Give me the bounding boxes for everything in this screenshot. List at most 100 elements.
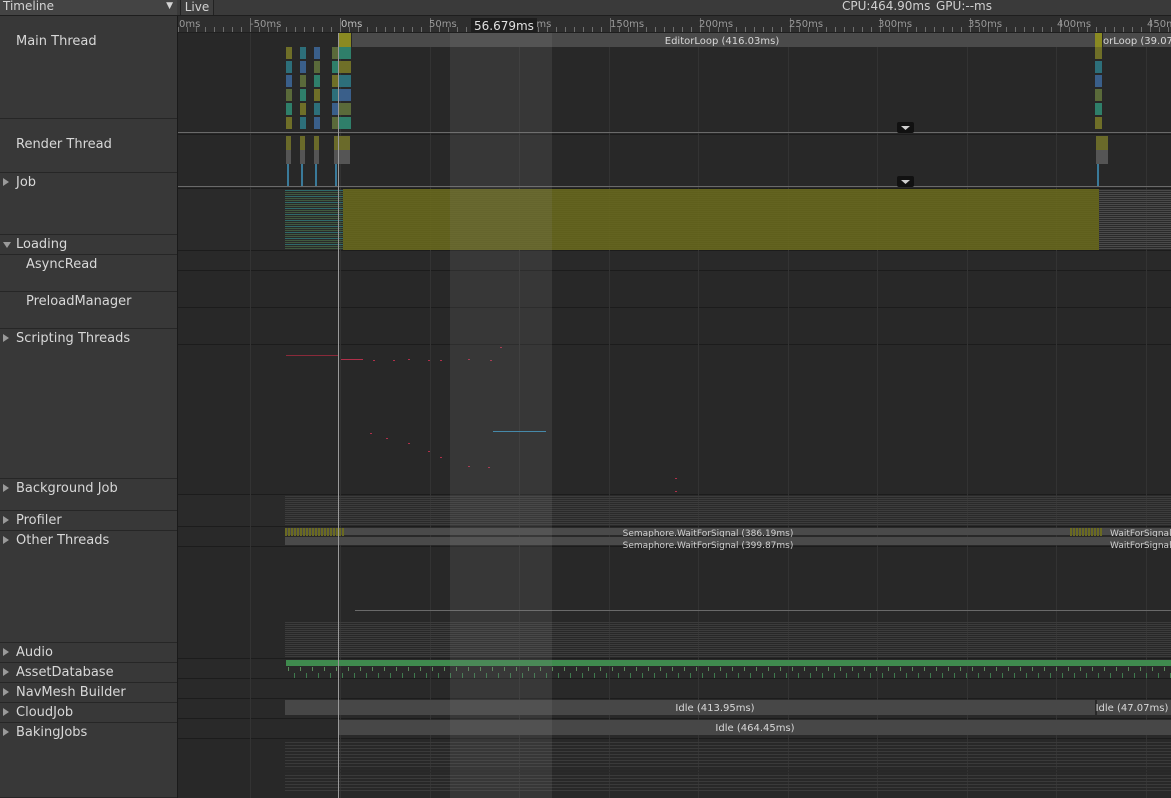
thread-label: Audio <box>16 645 53 660</box>
render-sample <box>286 150 291 164</box>
thread-label: AsyncRead <box>26 257 98 272</box>
scripting-dot <box>373 360 375 361</box>
scripting-dot <box>675 478 677 479</box>
time-ruler[interactable]: 0ms -50ms 0ms 50ms 0ms 150ms 200ms 250ms… <box>178 16 1171 33</box>
ruler-tick-label: 50ms <box>429 19 457 30</box>
track-bg-baking <box>178 739 1171 798</box>
render-sample <box>300 136 305 150</box>
cpu-time-readout: CPU:464.90ms <box>842 0 931 13</box>
thread-group-bakingjobs[interactable]: BakingJobs <box>0 723 177 798</box>
expand-arrow-icon[interactable] <box>3 728 9 736</box>
thread-label: BakingJobs <box>16 725 88 740</box>
profiler-mark <box>324 528 326 536</box>
track-bg-render <box>178 135 1171 188</box>
render-sample <box>334 136 350 150</box>
background-job-track <box>285 496 1171 525</box>
thread-row-preloadmanager[interactable]: PreloadManager <box>0 292 177 329</box>
thread-group-loading[interactable]: Loading <box>0 235 177 255</box>
render-sample <box>1097 164 1099 186</box>
ruler-tick-label: 150ms <box>610 19 644 30</box>
thread-label: Background Job <box>16 481 118 496</box>
sample-label: orLoop (39.07 <box>1103 36 1171 47</box>
expand-arrow-icon[interactable] <box>3 536 9 544</box>
thread-group-scripting[interactable]: Scripting Threads <box>0 329 177 479</box>
profiler-mark <box>1073 528 1075 536</box>
thread-group-navmesh[interactable]: NavMesh Builder <box>0 683 177 703</box>
profiler-mark <box>312 528 314 536</box>
render-sample <box>334 150 350 164</box>
profiler-mark <box>300 528 302 536</box>
sample-label: Idle (47.07ms) <box>1096 703 1169 714</box>
scripting-dot <box>370 433 372 434</box>
timeline-area[interactable]: EditorLoop (416.03ms) orLoop (39.07 Sema… <box>178 33 1171 798</box>
call-stack-sample <box>332 75 338 87</box>
scripting-dot <box>428 360 430 361</box>
expand-arrow-icon[interactable] <box>3 516 9 524</box>
thread-group-job[interactable]: Job <box>0 173 177 235</box>
ruler-ticks <box>178 18 1169 32</box>
profiler-mark <box>333 528 335 536</box>
thread-group-profiler[interactable]: Profiler <box>0 511 177 531</box>
track-bg-scripting <box>178 345 1171 494</box>
expand-arrow-icon[interactable] <box>3 178 9 186</box>
render-sample <box>301 164 303 186</box>
call-stack-sample <box>300 47 306 59</box>
call-stack-sample <box>314 61 320 73</box>
call-stack-sample <box>339 47 351 59</box>
profiler-mark <box>342 528 344 536</box>
profiler-mark <box>1079 528 1081 536</box>
thread-group-other[interactable]: Other Threads <box>0 531 177 643</box>
render-sample <box>287 164 289 186</box>
thread-row-main[interactable]: Main Thread <box>0 16 177 119</box>
expand-arrow-icon[interactable] <box>3 668 9 676</box>
sample-label: WaitForSignal <box>1110 541 1171 551</box>
call-stack-sample <box>339 117 351 129</box>
profiler-mark <box>336 528 338 536</box>
live-button[interactable]: Live <box>180 0 214 15</box>
profiler-toolbar: Timeline ▼ Live CPU:464.90ms GPU:--ms <box>0 0 1171 16</box>
profiler-mark <box>288 528 290 536</box>
call-stack-sample <box>286 75 292 87</box>
expand-arrow-icon[interactable] <box>3 334 9 342</box>
thread-group-audio[interactable]: Audio <box>0 643 177 663</box>
profiler-mark <box>1100 528 1102 536</box>
call-stack-sample <box>332 103 338 115</box>
call-stack-sample <box>286 47 292 59</box>
track-backgrounds <box>178 33 1171 798</box>
call-stack-sample <box>332 117 338 129</box>
thread-label: Scripting Threads <box>16 331 131 346</box>
thread-row-asyncread[interactable]: AsyncRead <box>0 255 177 292</box>
scripting-dot <box>386 438 388 439</box>
scripting-dot <box>393 360 395 361</box>
ruler-tick-label: 200ms <box>699 19 733 30</box>
call-stack-sample <box>1095 89 1102 101</box>
profiler-mark <box>306 528 308 536</box>
thread-group-assetdatabase[interactable]: AssetDatabase <box>0 663 177 683</box>
thread-label: PreloadManager <box>26 294 132 309</box>
scripting-dot <box>675 491 677 492</box>
chevron-down-icon: ▼ <box>166 1 173 11</box>
thread-label: Main Thread <box>16 34 97 49</box>
thread-row-render[interactable]: Render Thread <box>0 119 177 173</box>
profiler-mark <box>318 528 320 536</box>
time-selection-overlay <box>450 33 552 798</box>
thread-group-cloudjob[interactable]: CloudJob <box>0 703 177 723</box>
call-stack-sample <box>339 61 351 73</box>
call-stack-sample <box>300 89 306 101</box>
expand-arrow-icon[interactable] <box>3 688 9 696</box>
expand-arrow-icon[interactable] <box>3 648 9 656</box>
sample-label: EditorLoop (416.03ms) <box>665 36 780 47</box>
scripting-dot <box>428 451 430 452</box>
timeline-canvas: EditorLoop (416.03ms) orLoop (39.07 Sema… <box>178 33 1171 798</box>
thread-group-background-job[interactable]: Background Job <box>0 479 177 511</box>
collapse-arrow-icon[interactable] <box>3 242 11 248</box>
call-stack-sample <box>286 103 292 115</box>
scripting-dot <box>440 457 442 458</box>
expand-arrow-icon[interactable] <box>3 484 9 492</box>
job-track <box>285 189 1171 250</box>
render-sample <box>315 164 317 186</box>
view-mode-dropdown[interactable]: Timeline ▼ <box>0 0 177 15</box>
call-stack-sample <box>286 61 292 73</box>
expand-arrow-icon[interactable] <box>3 708 9 716</box>
profiler-mark <box>303 528 305 536</box>
